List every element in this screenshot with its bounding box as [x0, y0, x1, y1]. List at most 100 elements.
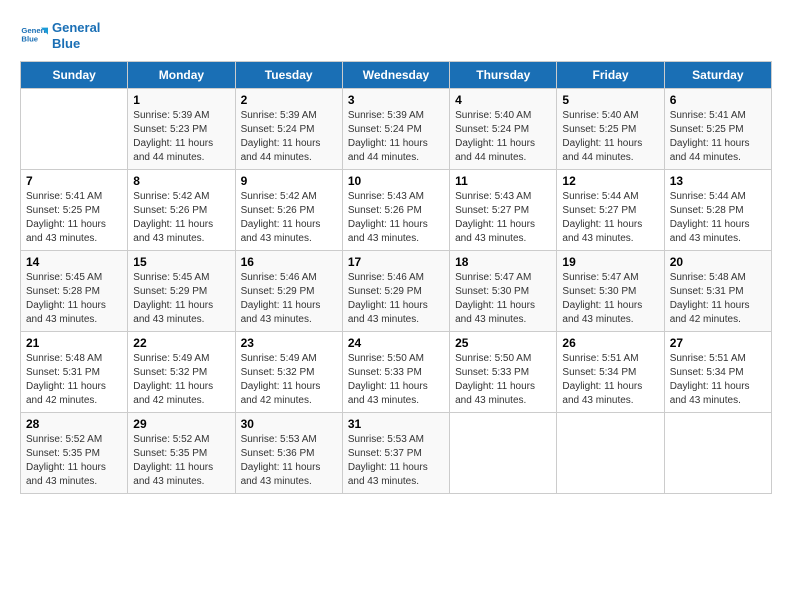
calendar-cell: 21 Sunrise: 5:48 AMSunset: 5:31 PMDayligh… [21, 332, 128, 413]
calendar-cell: 8 Sunrise: 5:42 AMSunset: 5:26 PMDaylight… [128, 170, 235, 251]
day-info: Sunrise: 5:53 AMSunset: 5:37 PMDaylight:… [348, 433, 444, 489]
calendar-cell: 22Sunrise: 5:49 AMSunset: 5:32 PMDayligh… [128, 332, 235, 413]
day-info: Sunrise: 5:42 AMSunset: 5:26 PMDaylight:… [241, 190, 337, 246]
day-number: 7 [26, 174, 122, 188]
day-info: Sunrise: 5:46 AMSunset: 5:29 PMDaylight:… [241, 271, 337, 327]
day-number: 28 [26, 417, 122, 431]
logo-icon: General Blue [20, 22, 48, 50]
calendar-week-row: 21 Sunrise: 5:48 AMSunset: 5:31 PMDayligh… [21, 332, 772, 413]
day-info: Sunrise: 5:48 AMSunset: 5:31 PMDaylight:… [670, 271, 766, 327]
calendar-cell: 6 Sunrise: 5:41 AMSunset: 5:25 PMDaylight… [664, 89, 771, 170]
day-number: 15 [133, 255, 229, 269]
day-number: 10 [348, 174, 444, 188]
day-number: 4 [455, 93, 551, 107]
day-info: Sunrise: 5:41 AMSunset: 5:25 PMDaylight:… [26, 190, 122, 246]
day-number: 5 [562, 93, 658, 107]
calendar-week-row: 7 Sunrise: 5:41 AMSunset: 5:25 PMDaylight… [21, 170, 772, 251]
day-info: Sunrise: 5:42 AMSunset: 5:26 PMDaylight:… [133, 190, 229, 246]
day-number: 2 [241, 93, 337, 107]
calendar-cell: 30 Sunrise: 5:53 AMSunset: 5:36 PMDayligh… [235, 413, 342, 494]
column-header-monday: Monday [128, 62, 235, 89]
logo-text: General Blue [52, 20, 100, 51]
day-info: Sunrise: 5:43 AMSunset: 5:27 PMDaylight:… [455, 190, 551, 246]
day-number: 6 [670, 93, 766, 107]
calendar-cell: 11Sunrise: 5:43 AMSunset: 5:27 PMDayligh… [450, 170, 557, 251]
calendar-cell: 18 Sunrise: 5:47 AMSunset: 5:30 PMDayligh… [450, 251, 557, 332]
day-number: 18 [455, 255, 551, 269]
day-number: 25 [455, 336, 551, 350]
day-info: Sunrise: 5:51 AMSunset: 5:34 PMDaylight:… [562, 352, 658, 408]
day-number: 24 [348, 336, 444, 350]
calendar-cell: 7 Sunrise: 5:41 AMSunset: 5:25 PMDaylight… [21, 170, 128, 251]
calendar-cell: 28 Sunrise: 5:52 AMSunset: 5:35 PMDayligh… [21, 413, 128, 494]
calendar-cell: 24 Sunrise: 5:50 AMSunset: 5:33 PMDayligh… [342, 332, 449, 413]
calendar-cell: 17 Sunrise: 5:46 AMSunset: 5:29 PMDayligh… [342, 251, 449, 332]
calendar-week-row: 1 Sunrise: 5:39 AMSunset: 5:23 PMDaylight… [21, 89, 772, 170]
calendar-week-row: 28 Sunrise: 5:52 AMSunset: 5:35 PMDayligh… [21, 413, 772, 494]
day-info: Sunrise: 5:39 AMSunset: 5:24 PMDaylight:… [348, 109, 444, 165]
calendar-cell: 26 Sunrise: 5:51 AMSunset: 5:34 PMDayligh… [557, 332, 664, 413]
column-header-tuesday: Tuesday [235, 62, 342, 89]
day-info: Sunrise: 5:51 AMSunset: 5:34 PMDaylight:… [670, 352, 766, 408]
day-info: Sunrise: 5:46 AMSunset: 5:29 PMDaylight:… [348, 271, 444, 327]
day-number: 29 [133, 417, 229, 431]
calendar-week-row: 14 Sunrise: 5:45 AMSunset: 5:28 PMDayligh… [21, 251, 772, 332]
day-number: 17 [348, 255, 444, 269]
day-info: Sunrise: 5:39 AMSunset: 5:23 PMDaylight:… [133, 109, 229, 165]
day-info: Sunrise: 5:45 AMSunset: 5:28 PMDaylight:… [26, 271, 122, 327]
day-number: 12 [562, 174, 658, 188]
calendar-header-row: SundayMondayTuesdayWednesdayThursdayFrid… [21, 62, 772, 89]
calendar-cell [664, 413, 771, 494]
day-info: Sunrise: 5:41 AMSunset: 5:25 PMDaylight:… [670, 109, 766, 165]
day-info: Sunrise: 5:52 AMSunset: 5:35 PMDaylight:… [26, 433, 122, 489]
day-info: Sunrise: 5:40 AMSunset: 5:25 PMDaylight:… [562, 109, 658, 165]
day-number: 13 [670, 174, 766, 188]
calendar-cell: 27Sunrise: 5:51 AMSunset: 5:34 PMDayligh… [664, 332, 771, 413]
calendar-cell: 31 Sunrise: 5:53 AMSunset: 5:37 PMDayligh… [342, 413, 449, 494]
column-header-thursday: Thursday [450, 62, 557, 89]
day-info: Sunrise: 5:44 AMSunset: 5:28 PMDaylight:… [670, 190, 766, 246]
calendar-cell: 16 Sunrise: 5:46 AMSunset: 5:29 PMDayligh… [235, 251, 342, 332]
calendar-cell: 25 Sunrise: 5:50 AMSunset: 5:33 PMDayligh… [450, 332, 557, 413]
calendar-cell: 9 Sunrise: 5:42 AMSunset: 5:26 PMDaylight… [235, 170, 342, 251]
day-number: 14 [26, 255, 122, 269]
day-number: 16 [241, 255, 337, 269]
day-info: Sunrise: 5:44 AMSunset: 5:27 PMDaylight:… [562, 190, 658, 246]
day-info: Sunrise: 5:52 AMSunset: 5:35 PMDaylight:… [133, 433, 229, 489]
svg-text:Blue: Blue [21, 34, 38, 43]
day-info: Sunrise: 5:49 AMSunset: 5:32 PMDaylight:… [241, 352, 337, 408]
calendar-cell: 13 Sunrise: 5:44 AMSunset: 5:28 PMDayligh… [664, 170, 771, 251]
day-number: 21 [26, 336, 122, 350]
calendar-cell: 29 Sunrise: 5:52 AMSunset: 5:35 PMDayligh… [128, 413, 235, 494]
logo: General Blue General Blue [20, 20, 100, 51]
day-number: 8 [133, 174, 229, 188]
calendar-cell: 12 Sunrise: 5:44 AMSunset: 5:27 PMDayligh… [557, 170, 664, 251]
calendar-cell: 1 Sunrise: 5:39 AMSunset: 5:23 PMDaylight… [128, 89, 235, 170]
calendar-cell: 5 Sunrise: 5:40 AMSunset: 5:25 PMDaylight… [557, 89, 664, 170]
calendar-cell: 4 Sunrise: 5:40 AMSunset: 5:24 PMDaylight… [450, 89, 557, 170]
day-info: Sunrise: 5:50 AMSunset: 5:33 PMDaylight:… [455, 352, 551, 408]
column-header-friday: Friday [557, 62, 664, 89]
day-info: Sunrise: 5:40 AMSunset: 5:24 PMDaylight:… [455, 109, 551, 165]
day-number: 1 [133, 93, 229, 107]
day-number: 3 [348, 93, 444, 107]
calendar-cell: 15 Sunrise: 5:45 AMSunset: 5:29 PMDayligh… [128, 251, 235, 332]
day-number: 9 [241, 174, 337, 188]
day-number: 30 [241, 417, 337, 431]
calendar-cell: 3 Sunrise: 5:39 AMSunset: 5:24 PMDaylight… [342, 89, 449, 170]
day-info: Sunrise: 5:47 AMSunset: 5:30 PMDaylight:… [455, 271, 551, 327]
column-header-sunday: Sunday [21, 62, 128, 89]
calendar-cell: 10Sunrise: 5:43 AMSunset: 5:26 PMDayligh… [342, 170, 449, 251]
day-info: Sunrise: 5:48 AMSunset: 5:31 PMDaylight:… [26, 352, 122, 408]
day-info: Sunrise: 5:53 AMSunset: 5:36 PMDaylight:… [241, 433, 337, 489]
day-number: 19 [562, 255, 658, 269]
day-info: Sunrise: 5:45 AMSunset: 5:29 PMDaylight:… [133, 271, 229, 327]
calendar-cell: 14 Sunrise: 5:45 AMSunset: 5:28 PMDayligh… [21, 251, 128, 332]
day-info: Sunrise: 5:50 AMSunset: 5:33 PMDaylight:… [348, 352, 444, 408]
day-number: 26 [562, 336, 658, 350]
day-info: Sunrise: 5:39 AMSunset: 5:24 PMDaylight:… [241, 109, 337, 165]
calendar-cell [21, 89, 128, 170]
day-number: 31 [348, 417, 444, 431]
calendar-cell [557, 413, 664, 494]
calendar-cell: 19Sunrise: 5:47 AMSunset: 5:30 PMDayligh… [557, 251, 664, 332]
